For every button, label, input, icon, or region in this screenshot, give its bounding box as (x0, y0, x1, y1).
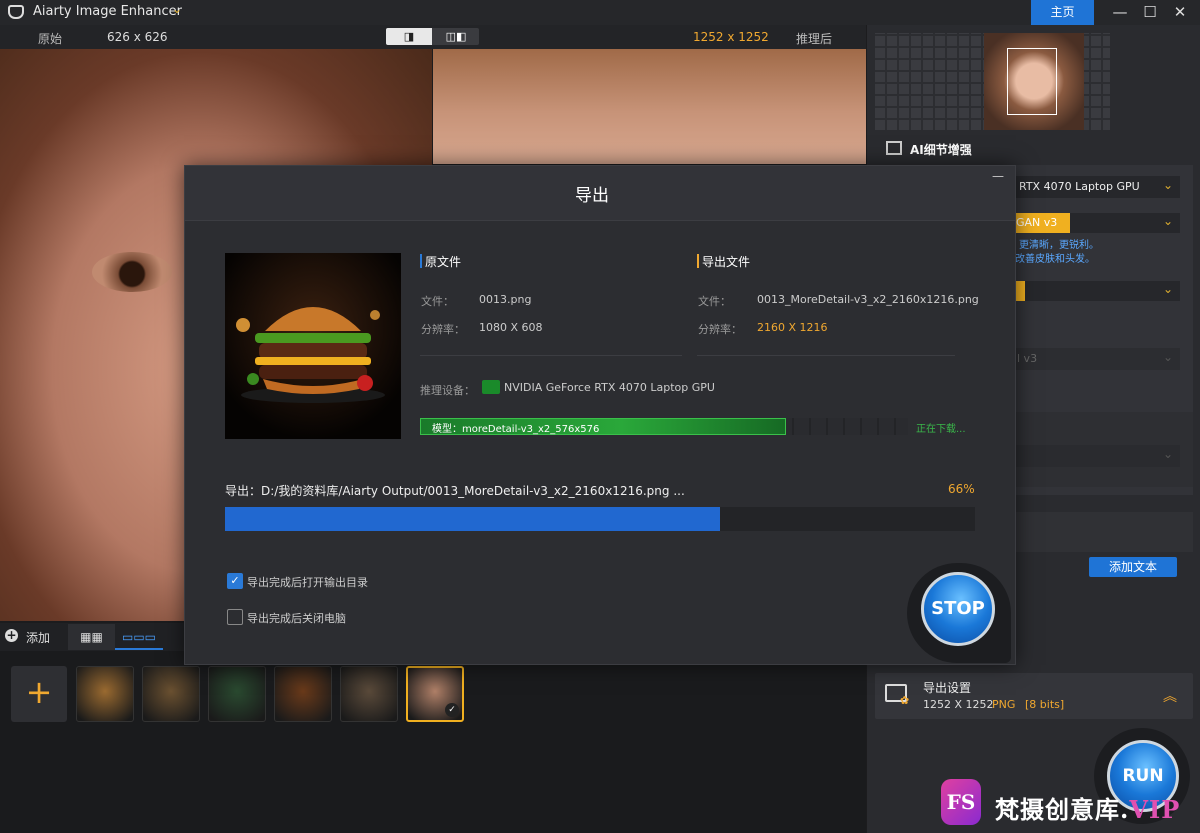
export-percent: 66% (948, 482, 975, 496)
add-text-button[interactable]: 添加文本 (1089, 557, 1177, 577)
chevron-down-icon[interactable]: ⌄ (1163, 214, 1173, 228)
nvidia-icon (482, 380, 500, 394)
chevron-down-icon[interactable]: ⌄ (1163, 447, 1173, 461)
scale-select[interactable] (1025, 281, 1180, 301)
device-label: 推理设备： (420, 384, 475, 397)
result-size: 1252 x 1252 (693, 30, 769, 44)
thumbnail-butterfly[interactable] (142, 666, 200, 722)
model-chip: GAN v3 (1015, 213, 1070, 233)
scale-chip (1015, 281, 1025, 301)
divider (697, 355, 955, 356)
download-status: 正在下载... (916, 424, 966, 435)
export-progress-fill (225, 507, 720, 531)
thumbnail-burger[interactable] (274, 666, 332, 722)
burger-image (225, 253, 401, 439)
export-bits: [8 bits] (1025, 698, 1065, 711)
result-preview[interactable] (433, 49, 866, 164)
open-dir-label[interactable]: 导出完成后打开输出目录 (247, 574, 368, 590)
app-logo-icon (8, 5, 24, 19)
gpu-select-value: RTX 4070 Laptop GPU (1019, 180, 1140, 193)
add-button[interactable]: 添加 (26, 629, 50, 646)
target-res-value: 2160 X 1216 (757, 321, 828, 334)
selected-check-icon: ✓ (445, 703, 459, 717)
chevron-down-icon: ⌄ (1163, 350, 1174, 364)
model-description-line1: 更清晰，更锐利。 (1019, 240, 1099, 251)
split-view-icon[interactable]: ◨ (386, 28, 432, 45)
home-button[interactable]: 主页 (1031, 0, 1094, 25)
thumbnail-jar[interactable] (208, 666, 266, 722)
target-file-key: 文件： (698, 295, 731, 308)
export-format: PNG (992, 698, 1016, 711)
chevron-down-icon[interactable]: ⌄ (1163, 178, 1173, 192)
watermark-logo: FS (941, 779, 981, 825)
disabled-select: l v3 (1015, 348, 1180, 370)
gear-icon: ✿ (900, 694, 910, 707)
source-file-title: 原文件 (425, 255, 462, 269)
minimize-icon[interactable]: — (1106, 1, 1134, 23)
target-file-value: 0013_MoreDetail-v3_x2_2160x1216.png (757, 293, 979, 306)
watermark-vip: VIP (1129, 795, 1181, 824)
close-icon[interactable]: ✕ (1166, 1, 1194, 23)
chevron-down-icon[interactable]: ⌄ (1163, 282, 1173, 296)
source-res-value: 1080 X 608 (479, 321, 543, 334)
ai-section-title: AI细节增强 (910, 143, 972, 157)
app-menu-chevron-icon[interactable]: ⌄ (172, 2, 182, 16)
target-res-key: 分辨率： (698, 323, 742, 336)
strip-view-icon[interactable]: ▭▭▭ (115, 624, 163, 650)
preview-eye (92, 252, 172, 292)
shutdown-checkbox[interactable] (227, 609, 243, 625)
side-by-side-view-icon[interactable]: ◫◧ (433, 28, 479, 45)
navigator-viewport[interactable] (1007, 48, 1057, 115)
view-toggle[interactable]: ◨ ◫◧ (386, 28, 479, 45)
app-window: Aiarty Image Enhancer ⌄ 主页 — ☐ ✕ 原始 626 … (0, 0, 1200, 833)
dialog-minimize-icon[interactable]: — (992, 169, 1004, 183)
original-size: 626 x 626 (107, 30, 168, 44)
grid-view-icon[interactable]: ▦▦ (68, 624, 115, 650)
thumbnail-dog[interactable] (340, 666, 398, 722)
source-file-value: 0013.png (479, 293, 532, 306)
open-dir-checkbox[interactable]: ✓ (227, 573, 243, 589)
model-download-label: 模型：moreDetail-v3_x2_576x576 (432, 424, 600, 435)
maximize-icon[interactable]: ☐ (1136, 1, 1164, 23)
shutdown-label[interactable]: 导出完成后关闭电脑 (247, 610, 346, 626)
watermark-text: 梵摄创意库.VIP (995, 790, 1180, 825)
source-res-key: 分辨率： (421, 323, 465, 336)
source-file-key: 文件： (421, 295, 454, 308)
disabled-select-value: l v3 (1017, 352, 1038, 365)
add-image-button[interactable]: + (11, 666, 67, 722)
target-accent (697, 254, 699, 268)
export-size: 1252 X 1252 (923, 698, 994, 711)
export-path: 导出：D:/我的资料库/Aiarty Output/0013_MoreDetai… (225, 484, 685, 498)
app-title: Aiarty Image Enhancer (33, 4, 182, 19)
target-file-title: 导出文件 (702, 255, 751, 269)
original-label: 原始 (38, 32, 63, 46)
thumbnail-tiger[interactable] (76, 666, 134, 722)
stop-button[interactable]: STOP (921, 572, 995, 646)
device-name: NVIDIA GeForce RTX 4070 Laptop GPU (504, 381, 715, 394)
divider (420, 355, 682, 356)
thumbnail-portrait[interactable]: ✓ (406, 666, 464, 722)
result-label: 推理后 (796, 32, 833, 46)
watermark-name: 梵摄创意库. (995, 795, 1130, 824)
ai-enhance-icon (886, 141, 902, 155)
source-image-preview (225, 253, 401, 439)
chevron-up-icon[interactable]: ︽ (1163, 686, 1177, 706)
dialog-title: 导出 (575, 186, 609, 206)
model-description-line2: 改善皮肤和头发。 (1015, 254, 1095, 265)
add-icon[interactable]: + (5, 629, 18, 642)
secondary-select[interactable] (1015, 445, 1180, 467)
source-accent (420, 254, 422, 268)
gpu-select[interactable]: RTX 4070 Laptop GPU (1015, 176, 1180, 198)
export-settings-title: 导出设置 (923, 681, 972, 695)
